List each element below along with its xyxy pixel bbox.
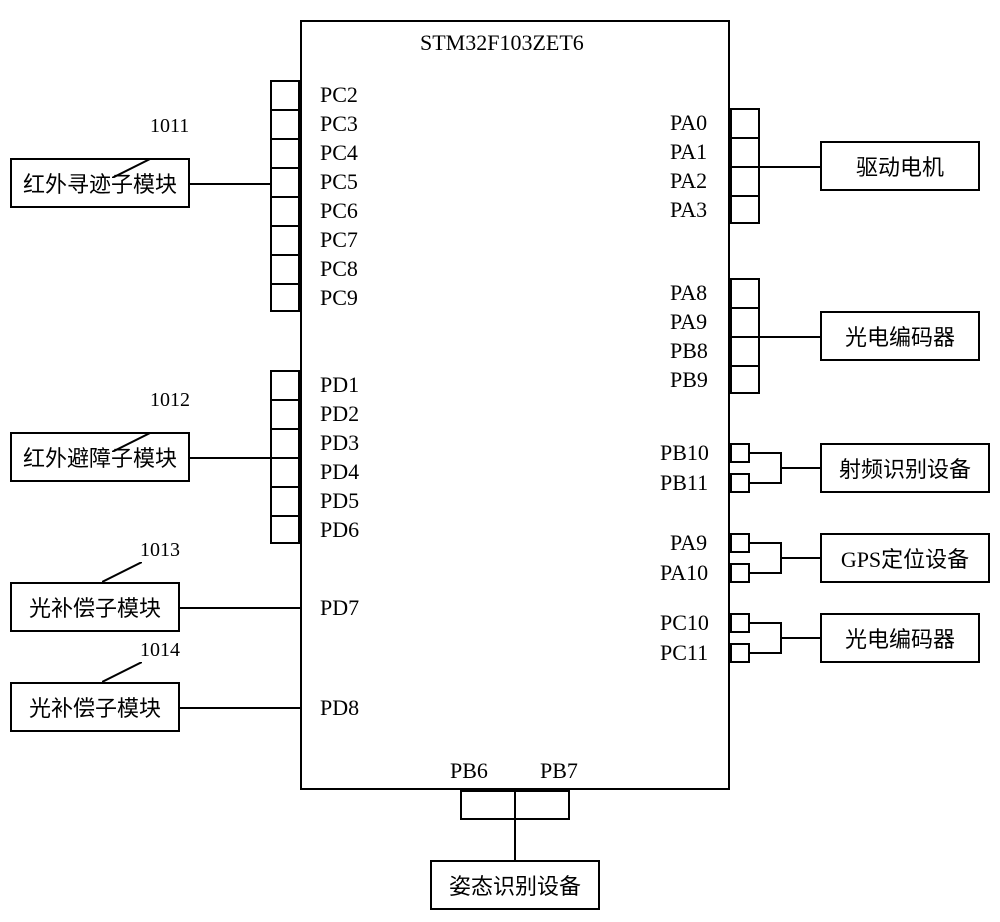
pin-pb8: PB8 xyxy=(670,338,708,364)
pin-pc6: PC6 xyxy=(320,198,358,224)
ir-avoid-connector xyxy=(190,457,270,459)
rfid-connector xyxy=(780,467,820,469)
pin-pc9: PC9 xyxy=(320,285,358,311)
light-comp-a-module: 光补偿子模块 xyxy=(10,582,180,632)
pin-pa3: PA3 xyxy=(670,197,707,223)
encoder-b-connector xyxy=(780,637,820,639)
pin-pd8: PD8 xyxy=(320,695,359,721)
pin-pd3: PD3 xyxy=(320,430,359,456)
light-comp-b-ref: 1014 xyxy=(140,639,180,662)
rfid-module: 射频识别设备 xyxy=(820,443,990,493)
encoder-a-module: 光电编码器 xyxy=(820,311,980,361)
gps-pa9-pad xyxy=(730,533,750,553)
pin-pb6: PB6 xyxy=(450,758,488,784)
ir-avoid-ref: 1012 xyxy=(150,389,190,412)
gps-module: GPS定位设备 xyxy=(820,533,990,583)
encoder-b-module: 光电编码器 xyxy=(820,613,980,663)
pc11-pad xyxy=(730,643,750,663)
pin-pc3: PC3 xyxy=(320,111,358,137)
pin-pc5: PC5 xyxy=(320,169,358,195)
pin-pd2: PD2 xyxy=(320,401,359,427)
pin-pa1: PA1 xyxy=(670,139,707,165)
pin-pc8: PC8 xyxy=(320,256,358,282)
pin-pc11: PC11 xyxy=(660,640,708,666)
pin-pa0: PA0 xyxy=(670,110,707,136)
pin-pc4: PC4 xyxy=(320,140,358,166)
pin-pd7: PD7 xyxy=(320,595,359,621)
light-comp-a-connector xyxy=(180,607,300,609)
pin-pd6: PD6 xyxy=(320,517,359,543)
diagram-canvas: STM32F103ZET6 PC2 PC3 PC4 PC5 PC6 PC7 PC… xyxy=(0,0,1000,922)
ir-avoid-module: 红外避障子模块 xyxy=(10,432,190,482)
light-comp-b-connector xyxy=(180,707,300,709)
light-comp-a-ref: 1013 xyxy=(140,539,180,562)
pin-pa9-a: PA9 xyxy=(670,309,707,335)
pin-pb7: PB7 xyxy=(540,758,578,784)
pin-pa2: PA2 xyxy=(670,168,707,194)
ir-track-module: 红外寻迹子模块 xyxy=(10,158,190,208)
gps-connector xyxy=(780,557,820,559)
encoder-a-connector xyxy=(760,336,820,338)
mcu-box xyxy=(300,20,730,790)
pin-pa8: PA8 xyxy=(670,280,707,306)
pin-pa10: PA10 xyxy=(660,560,708,586)
pb11-pad xyxy=(730,473,750,493)
pin-pb11: PB11 xyxy=(660,470,708,496)
pin-pd1: PD1 xyxy=(320,372,359,398)
ir-track-connector xyxy=(190,183,270,185)
pin-pd5: PD5 xyxy=(320,488,359,514)
drive-motor-module: 驱动电机 xyxy=(820,141,980,191)
gps-pa10-pad xyxy=(730,563,750,583)
pc10-pad xyxy=(730,613,750,633)
pin-pa9-b: PA9 xyxy=(670,530,707,556)
pin-pc10: PC10 xyxy=(660,610,709,636)
posture-connector xyxy=(514,820,516,860)
ir-track-ref: 1011 xyxy=(150,115,189,138)
pin-pc2: PC2 xyxy=(320,82,358,108)
pin-pb9: PB9 xyxy=(670,367,708,393)
drive-motor-connector xyxy=(760,166,820,168)
mcu-title: STM32F103ZET6 xyxy=(420,30,584,56)
light-comp-b-module: 光补偿子模块 xyxy=(10,682,180,732)
pin-pb10: PB10 xyxy=(660,440,709,466)
pin-pd4: PD4 xyxy=(320,459,359,485)
pin-pc7: PC7 xyxy=(320,227,358,253)
pb10-pad xyxy=(730,443,750,463)
posture-module: 姿态识别设备 xyxy=(430,860,600,910)
